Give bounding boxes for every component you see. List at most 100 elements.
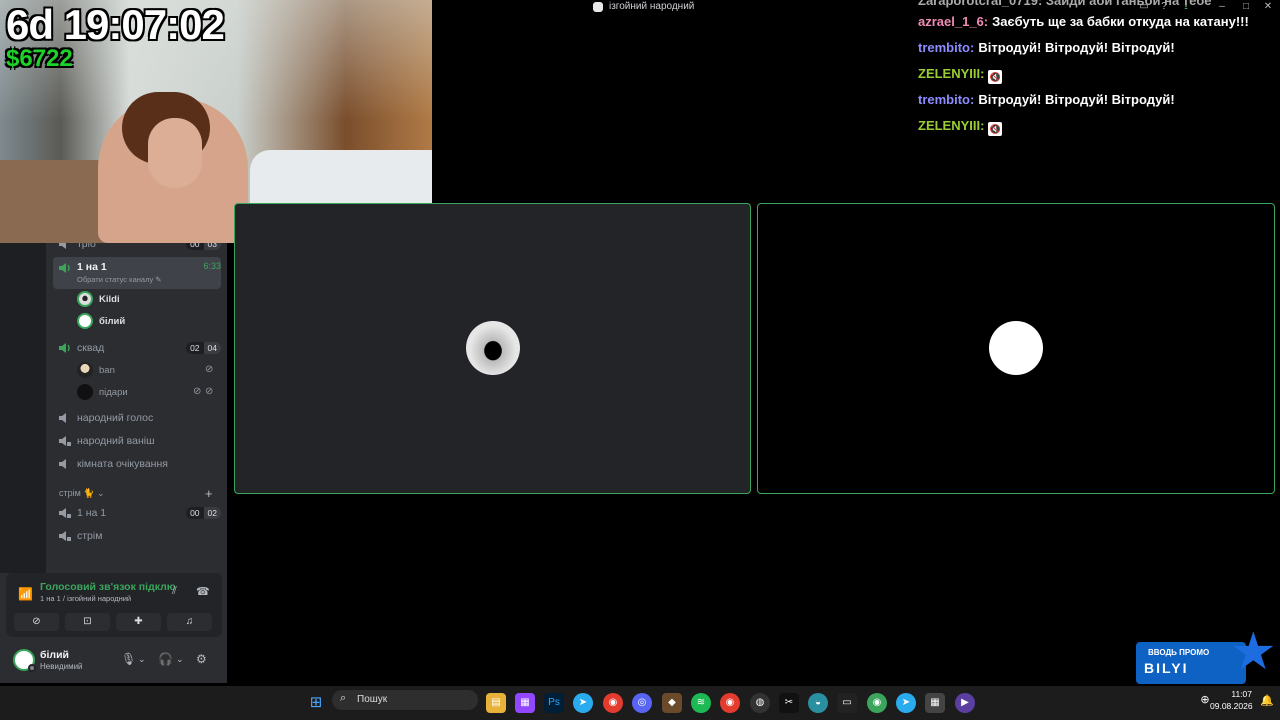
- chat-text: Вітродуй! Вітродуй! Вітродуй!: [978, 92, 1175, 107]
- chevron-down-icon[interactable]: ⌄: [138, 654, 146, 665]
- noise-suppression-icon[interactable]: ⫽: [172, 585, 177, 598]
- count-limit: 02: [203, 507, 221, 519]
- camera-off-button[interactable]: ⊘: [14, 613, 59, 631]
- participant-avatar: [989, 321, 1043, 375]
- microphone-icon[interactable]: 🎙: [121, 652, 136, 666]
- category-header[interactable]: стрім 🐈 ⌄: [59, 488, 105, 499]
- chat-message: trembito: Вітродуй! Вітродуй! Вітродуй!: [918, 92, 1175, 107]
- soundboard-button[interactable]: ♫: [167, 613, 212, 631]
- speaker-icon: [57, 411, 71, 425]
- channel-label: народний голос: [77, 412, 154, 424]
- screen-share-button[interactable]: ⊡: [65, 613, 110, 631]
- telegram-alt-icon[interactable]: ➤: [896, 693, 916, 713]
- channel-stream[interactable]: стрім: [53, 526, 221, 546]
- channel-label: 1 на 1: [77, 507, 107, 519]
- channel-stream-one[interactable]: 1 на 1 00 02: [53, 503, 221, 523]
- avatar: [77, 362, 93, 378]
- twitch-icon[interactable]: ▦: [515, 693, 535, 713]
- participant-tile[interactable]: [234, 203, 751, 494]
- participant-tile[interactable]: [757, 203, 1275, 494]
- headphones-icon[interactable]: 🎧: [158, 652, 173, 666]
- terminal-icon[interactable]: ▭: [837, 693, 857, 713]
- add-channel-icon[interactable]: +: [205, 486, 213, 501]
- donation-total: $6722: [6, 45, 73, 72]
- browser-icon[interactable]: ◒: [808, 693, 828, 713]
- obs-icon[interactable]: ◍: [750, 693, 770, 713]
- close-button[interactable]: ✕: [1254, 0, 1280, 14]
- chat-message: ZELENYIII: 🔇: [918, 118, 1003, 136]
- clock-time[interactable]: 11:07: [1222, 689, 1252, 699]
- speaker-active-icon: [57, 341, 71, 355]
- user-panel: білий Невидимий 🎙 ⌄ 🎧 ⌄ ⚙: [6, 642, 222, 680]
- member-name: Kildi: [99, 293, 120, 305]
- discord-icon[interactable]: ◎: [632, 693, 652, 713]
- server-list: [0, 243, 46, 573]
- taskbar-search[interactable]: [332, 690, 478, 710]
- member-item[interactable]: Kildi: [77, 291, 120, 307]
- channel-voice2[interactable]: народний ваніш: [53, 431, 221, 451]
- avatar: [77, 384, 93, 400]
- photoshop-icon[interactable]: Ps: [544, 693, 564, 713]
- telegram-icon[interactable]: ➤: [573, 693, 593, 713]
- channel-waiting[interactable]: кімната очікування: [53, 454, 221, 474]
- deafened-icon: ⊘: [205, 364, 214, 375]
- windows-start-icon[interactable]: ⊞: [306, 693, 326, 713]
- channel-one-on-one[interactable]: 1 на 1 6:33: [53, 257, 221, 289]
- chat-message: trembito: Вітродуй! Вітродуй! Вітродуй!: [918, 40, 1175, 55]
- mic-muted-icon: ⊘: [193, 386, 202, 397]
- channel-status-hint[interactable]: Обрати статус каналу ✎: [77, 275, 162, 284]
- channel-label: народний ваніш: [77, 435, 155, 447]
- member-name: білий: [99, 315, 126, 327]
- chat-message: ZELENYIII: 🔇: [918, 66, 1003, 84]
- cam-desk: [0, 160, 110, 243]
- chevron-down-icon: ⌄: [97, 488, 105, 498]
- call-timer: 6:33: [203, 261, 221, 271]
- spotify-icon[interactable]: ≋: [691, 693, 711, 713]
- channel-label: сквад: [77, 342, 105, 354]
- game-app-icon[interactable]: ◆: [662, 693, 682, 713]
- voice-connection-panel: 📶 Голосовий зв'язок підклю 1 на 1 / ізго…: [6, 573, 222, 637]
- speaker-locked-icon: [57, 506, 71, 520]
- screen: ізгойний народний ▭ ? ⭳ – □ ✕ тріо 00 03…: [0, 0, 1280, 720]
- channel-voice1[interactable]: народний голос: [53, 408, 221, 428]
- voice-status-title[interactable]: Голосовий зв'язок підклю: [40, 581, 176, 593]
- status-indicator: [28, 664, 36, 672]
- speaker-locked-icon: [57, 434, 71, 448]
- speaker-active-icon: [57, 261, 71, 275]
- star-icon: ★: [1230, 623, 1277, 681]
- member-item[interactable]: підари: [77, 384, 128, 400]
- member-item[interactable]: білий: [77, 313, 125, 329]
- chrome-icon[interactable]: ◉: [603, 693, 623, 713]
- capcut-icon[interactable]: ✂: [779, 693, 799, 713]
- participant-avatar: [466, 321, 520, 375]
- stream-timer: 6d 19:07:02: [6, 1, 225, 48]
- channel-label: стрім: [77, 530, 103, 542]
- chat-username: azrael_1_6:: [918, 14, 989, 29]
- member-item[interactable]: ban: [77, 362, 115, 378]
- chrome-profile-icon[interactable]: ◉: [720, 693, 740, 713]
- member-name: підари: [99, 386, 128, 398]
- chat-username: trembito:: [918, 40, 975, 55]
- chat-text: Вітродуй! Вітродуй! Вітродуй!: [978, 40, 1175, 55]
- chevron-down-icon[interactable]: ⌄: [176, 654, 184, 665]
- voice-status-subtitle[interactable]: 1 на 1 / ізгойний народний: [40, 594, 131, 603]
- media-player-icon[interactable]: ▶: [955, 693, 975, 713]
- calculator-icon[interactable]: ▦: [925, 693, 945, 713]
- chat-username: ZELENYIII:: [918, 118, 985, 133]
- gear-icon[interactable]: ⚙: [196, 652, 207, 666]
- clock-date[interactable]: 09.08.2026: [1210, 701, 1253, 711]
- user-count-pill: 02 04: [186, 342, 221, 354]
- promo-line1: ВВОДЬ ПРОМО: [1148, 648, 1210, 657]
- username[interactable]: білий: [40, 649, 69, 661]
- file-explorer-icon[interactable]: ▤: [486, 693, 506, 713]
- channel-label: кімната очікування: [77, 458, 168, 470]
- activities-button[interactable]: ✚: [116, 613, 161, 631]
- signal-icon[interactable]: 📶: [18, 587, 33, 601]
- window-title: ізгойний народний: [593, 1, 694, 12]
- bell-icon[interactable]: 🔔: [1257, 691, 1277, 711]
- disconnect-icon[interactable]: ☎: [196, 585, 210, 598]
- chrome-alt-icon[interactable]: ◉: [867, 693, 887, 713]
- channel-squad[interactable]: сквад 02 04: [53, 338, 221, 358]
- channel-label: 1 на 1: [77, 261, 107, 273]
- chat-username: ZELENYIII:: [918, 66, 985, 81]
